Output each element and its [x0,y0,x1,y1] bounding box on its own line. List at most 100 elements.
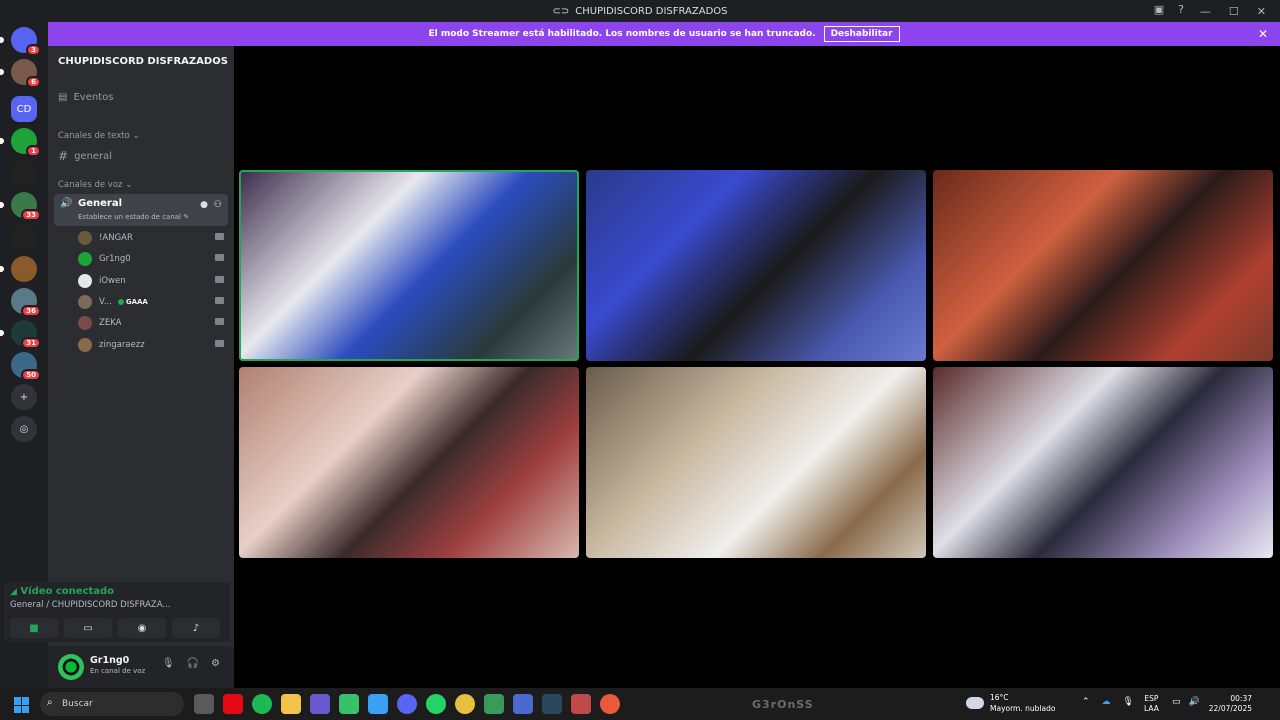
chrome-icon[interactable] [455,694,475,714]
events-item[interactable]: ▤ Eventos [58,92,113,103]
voice-member[interactable]: iOwen [78,272,224,290]
chevron-down-icon[interactable]: ⌄ [214,56,222,66]
task-view-icon[interactable] [194,694,214,714]
clock[interactable]: 00:37 22/07/2025 [1209,694,1252,714]
chevron-up-icon[interactable]: ⌃ [1082,697,1090,707]
voice-member[interactable]: V... GAAA [78,293,224,311]
camera-icon [215,339,224,347]
voice-member[interactable]: ZEKA [78,314,224,332]
server-icon[interactable]: 50 [11,352,41,381]
spotify-icon[interactable] [252,694,272,714]
guild-name[interactable]: CHUPIDISCORD DISFRAZADOS [58,56,228,67]
user-panel: Gr1ng0 En canal de voz 🎙 🎧 ⚙ [48,646,234,688]
discord-icon[interactable] [397,694,417,714]
channel-status[interactable]: Establece un estado de canal ✎ [78,213,189,221]
voice-member[interactable]: !ANGAR [78,229,224,247]
unread-pill [0,37,4,43]
unread-pill [0,330,4,336]
voice-connected-title: ◢ Vídeo conectado [10,586,115,597]
avatar [78,231,92,245]
search-icon: ⌕ [47,697,53,708]
video-stage [234,46,1280,688]
unread-badge: 31 [21,337,41,349]
video-tile[interactable] [586,170,926,361]
app-green-icon[interactable] [339,694,359,714]
camera-button[interactable]: ■ [10,618,58,638]
unread-pill [0,266,4,272]
avatar [78,294,92,309]
minimize-button[interactable]: — [1200,5,1211,18]
username[interactable]: Gr1ng0 [90,655,129,666]
app-purple-icon[interactable] [310,694,330,714]
unread-badge: 3 [26,44,41,56]
server-icon[interactable]: 31 [0,320,41,349]
video-tile[interactable] [586,367,926,558]
voice-category[interactable]: Canales de voz ⌄ [58,180,132,190]
server-icon[interactable]: 1 [0,128,41,157]
server-icon[interactable]: 6 [0,59,41,88]
whatsapp-icon[interactable] [426,694,446,714]
app-square-icon[interactable] [484,694,504,714]
text-category[interactable]: Canales de texto ⌄ [58,131,140,141]
app-tool-icon[interactable] [571,694,591,714]
voice-connected-subtitle[interactable]: General / CHUPIDISCORD DISFRAZA... [10,600,170,610]
screen-share-button[interactable]: ▭ [64,618,112,638]
windows-start-icon[interactable] [14,697,30,713]
server-icon[interactable]: 3 [0,27,41,56]
unread-badge: 50 [21,369,41,381]
close-window-button[interactable]: ✕ [1257,5,1266,18]
unread-badge: 36 [21,305,41,317]
app-cube-icon[interactable] [368,694,388,714]
network-icon[interactable]: ▭ [1172,697,1181,707]
camera-icon [215,233,224,240]
channel-general-text[interactable]: # general [58,149,112,163]
server-icon[interactable] [0,256,37,282]
disable-streamer-button[interactable]: Deshabilitar [823,26,900,42]
chat-icon[interactable]: ● [200,200,208,210]
unread-pill [0,202,4,208]
chevron-down-icon: ⌄ [125,180,133,190]
app-diamond-icon[interactable] [513,694,533,714]
weather-widget[interactable]: 16°C Mayorm. nublado [966,692,1055,714]
invite-icon[interactable]: ⚇ [214,200,222,210]
app-steam-icon[interactable] [542,694,562,714]
server-icon[interactable]: 36 [11,288,41,317]
server-icon[interactable] [11,224,37,250]
video-tile[interactable] [239,367,579,558]
soundboard-button[interactable]: ♪ [172,618,220,638]
server-icon[interactable] [11,160,37,186]
chrome-2-icon[interactable] [600,694,620,714]
avatar[interactable] [58,654,84,680]
onedrive-icon[interactable]: ☁ [1102,697,1111,707]
video-tile[interactable] [239,170,579,361]
compass-icon[interactable]: ◎ [11,416,37,442]
voice-member[interactable]: zingaraezz [78,336,224,354]
volume-icon[interactable]: 🔊 [1189,697,1200,707]
voice-channel-general[interactable]: 🔊 General Establece un estado de canal ✎… [54,194,228,226]
close-banner-icon[interactable]: ✕ [1258,27,1268,41]
help-icon[interactable]: ? [1178,3,1184,16]
headphones-icon[interactable]: 🎧 [187,658,199,669]
file-explorer-icon[interactable] [281,694,301,714]
camera-icon [215,318,224,326]
unread-badge: 1 [26,145,41,157]
gear-icon[interactable]: ⚙ [211,658,220,669]
mic-icon[interactable]: 🎙 [1123,697,1134,707]
maximize-button[interactable]: ☐ [1229,5,1239,18]
taskbar-search[interactable]: ⌕ Buscar [40,692,184,716]
watermark: G3rOnSS [752,698,814,711]
avatar [78,273,92,288]
inbox-icon[interactable]: ▣ [1154,3,1164,16]
netflix-icon[interactable] [223,694,243,714]
add-server-icon[interactable]: + [11,384,37,410]
video-tile[interactable] [933,170,1273,361]
video-tile[interactable] [933,367,1273,558]
unread-badge: 6 [26,76,41,88]
activity-button[interactable]: ◉ [118,618,166,638]
calendar-icon: ▤ [58,92,68,103]
language-indicator[interactable]: ESP LAA [1144,694,1159,714]
voice-member[interactable]: Gr1ng0 [78,250,224,268]
server-icon[interactable]: CD [11,96,37,122]
microphone-icon[interactable]: 🎙 [162,658,175,669]
server-icon[interactable]: 33 [0,192,41,221]
